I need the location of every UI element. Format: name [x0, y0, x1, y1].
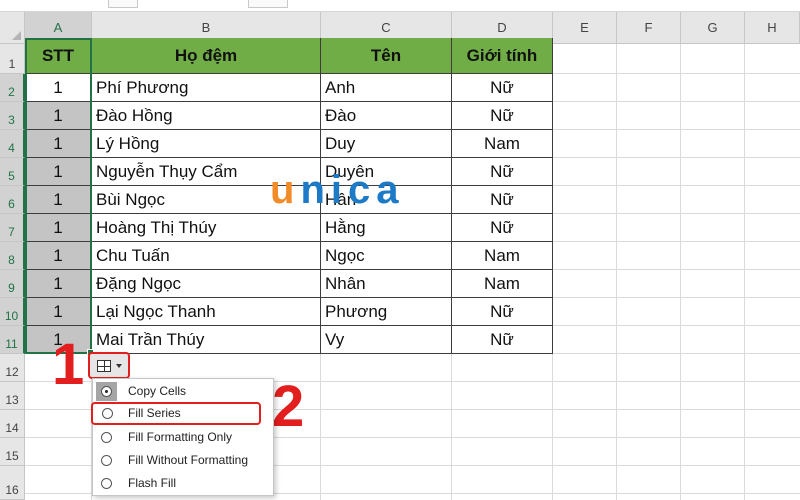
cell-stt[interactable]: 1 [25, 102, 92, 130]
cell-stt[interactable]: 1 [25, 74, 92, 102]
cell-ten[interactable]: Ngọc [321, 242, 452, 270]
cell-gioi-tinh[interactable]: Nữ [452, 158, 553, 186]
row-header-10[interactable]: 10 [0, 298, 25, 326]
callout-number-1: 1 [52, 332, 85, 397]
row-header-15[interactable]: 15 [0, 438, 25, 466]
header-ho-dem[interactable]: Họ đệm [92, 38, 321, 74]
cell-ten[interactable]: Anh [321, 74, 452, 102]
cell-gioi-tinh[interactable]: Nam [452, 242, 553, 270]
select-all-icon [12, 31, 21, 40]
cell-ten[interactable]: Vy [321, 326, 452, 354]
radio-selected-icon [101, 386, 112, 397]
column-header-h[interactable]: H [745, 12, 800, 44]
cell-ho-dem[interactable]: Mai Trần Thúy [92, 326, 321, 354]
menu-item-flash-fill[interactable]: Flash Fill [93, 472, 273, 495]
row-header-3[interactable]: 3 [0, 102, 25, 130]
auto-fill-options-button[interactable] [88, 352, 130, 379]
cell-ho-dem[interactable]: Lại Ngọc Thanh [92, 298, 321, 326]
column-header-f[interactable]: F [617, 12, 681, 44]
cell-stt[interactable]: 1 [25, 242, 92, 270]
cell-gioi-tinh[interactable]: Nữ [452, 102, 553, 130]
row-header-4[interactable]: 4 [0, 130, 25, 158]
cell-stt[interactable]: 1 [25, 158, 92, 186]
row-header-1[interactable]: 1 [0, 44, 25, 74]
header-ten[interactable]: Tên [321, 38, 452, 74]
menu-item-fill-formatting-only[interactable]: Fill Formatting Only [93, 426, 273, 449]
unica-watermark: unica [270, 168, 405, 212]
cell-stt[interactable]: 1 [25, 298, 92, 326]
column-header-g[interactable]: G [681, 12, 745, 44]
cell-ho-dem[interactable]: Chu Tuấn [92, 242, 321, 270]
formula-bar-strip [0, 0, 800, 12]
cell-gioi-tinh[interactable]: Nữ [452, 298, 553, 326]
cell-gioi-tinh[interactable]: Nữ [452, 186, 553, 214]
auto-fill-options-icon [96, 359, 111, 372]
toolbar-fragment [108, 0, 138, 8]
row-header-6[interactable]: 6 [0, 186, 25, 214]
cell-gioi-tinh[interactable]: Nam [452, 130, 553, 158]
cell-stt[interactable]: 1 [25, 186, 92, 214]
cell-gioi-tinh[interactable]: Nữ [452, 326, 553, 354]
chevron-down-icon [115, 363, 122, 368]
row-header-2[interactable]: 2 [0, 74, 25, 102]
radio-icon [101, 478, 112, 489]
auto-fill-options-menu: Copy Cells Fill Series Fill Formatting O… [91, 378, 274, 496]
callout-number-2: 2 [272, 374, 305, 439]
cell-ten[interactable]: Phương [321, 298, 452, 326]
row-header-13[interactable]: 13 [0, 382, 25, 410]
header-gioi-tinh[interactable]: Giới tính [452, 38, 553, 74]
cell-ho-dem[interactable]: Phí Phương [92, 74, 321, 102]
row-header-12[interactable]: 12 [0, 354, 25, 382]
row-header-7[interactable]: 7 [0, 214, 25, 242]
cell-ho-dem[interactable]: Đặng Ngọc [92, 270, 321, 298]
cell-ho-dem[interactable]: Hoàng Thị Thúy [92, 214, 321, 242]
menu-item-fill-without-formatting[interactable]: Fill Without Formatting [93, 449, 273, 472]
cell-stt[interactable]: 1 [25, 130, 92, 158]
radio-icon [101, 432, 112, 443]
cell-gioi-tinh[interactable]: Nam [452, 270, 553, 298]
row-header-9[interactable]: 9 [0, 270, 25, 298]
cell-ho-dem[interactable]: Lý Hồng [92, 130, 321, 158]
select-all-button[interactable] [0, 12, 25, 44]
row-header-16[interactable]: 16 [0, 466, 25, 500]
menu-item-fill-series[interactable]: Fill Series [91, 402, 261, 425]
cell-ten[interactable]: Đào [321, 102, 452, 130]
column-header-e[interactable]: E [553, 12, 617, 44]
header-stt[interactable]: STT [25, 38, 92, 74]
cell-ho-dem[interactable]: Đào Hồng [92, 102, 321, 130]
row-header-11[interactable]: 11 [0, 326, 25, 354]
cell-ten[interactable]: Duy [321, 130, 452, 158]
menu-item-copy-cells[interactable]: Copy Cells [93, 380, 273, 403]
cell-stt[interactable]: 1 [25, 270, 92, 298]
cell-ten[interactable]: Nhân [321, 270, 452, 298]
radio-icon [102, 408, 113, 419]
cell-gioi-tinh[interactable]: Nữ [452, 74, 553, 102]
toolbar-fragment [248, 0, 288, 8]
radio-icon [101, 455, 112, 466]
cell-ten[interactable]: Hằng [321, 214, 452, 242]
cell-stt[interactable]: 1 [25, 214, 92, 242]
cell-gioi-tinh[interactable]: Nữ [452, 214, 553, 242]
row-header-8[interactable]: 8 [0, 242, 25, 270]
row-header-5[interactable]: 5 [0, 158, 25, 186]
row-header-14[interactable]: 14 [0, 410, 25, 438]
